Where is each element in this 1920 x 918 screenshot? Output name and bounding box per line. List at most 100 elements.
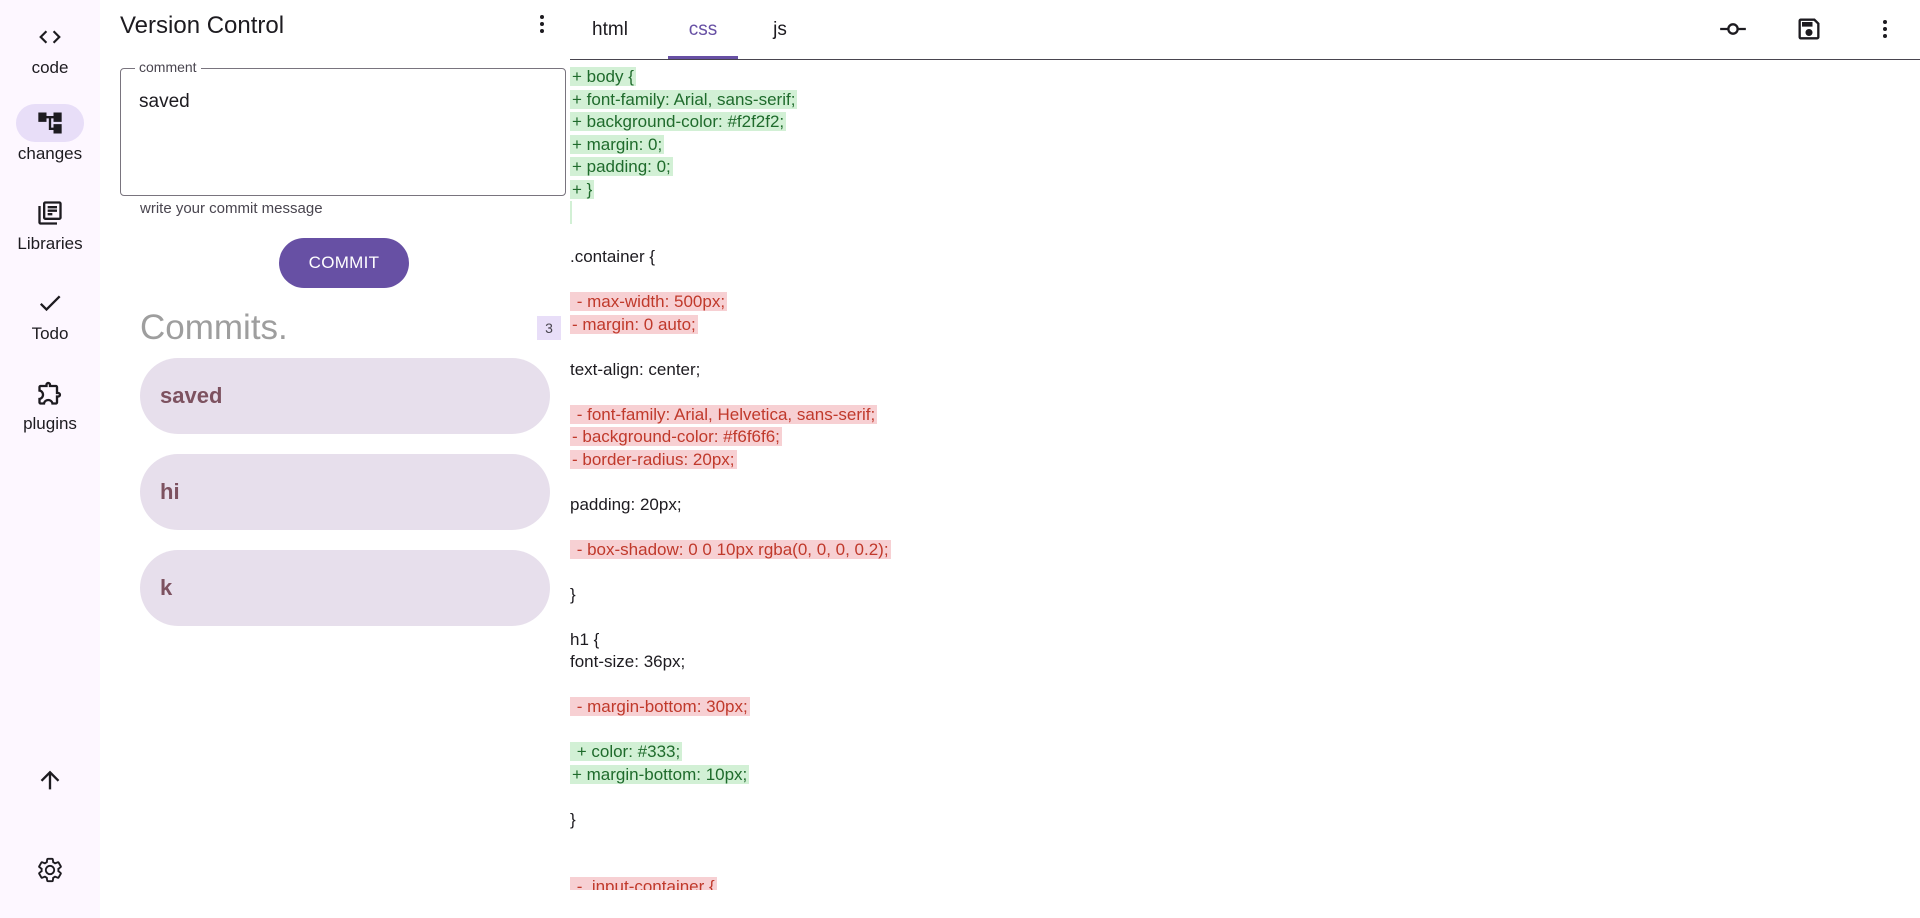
diff-removed-line: - margin-bottom: 30px; <box>570 696 1920 719</box>
commit-graph-button[interactable] <box>1716 14 1750 48</box>
arrow-upward-icon <box>36 766 64 799</box>
diff-line-text: - background-color: #f6f6f6; <box>570 427 782 446</box>
rail-label-code: code <box>31 58 69 77</box>
diff-blank-line <box>570 561 1920 584</box>
rail-item-code[interactable]: code <box>0 18 100 78</box>
diff-line-text: .container { <box>570 247 656 266</box>
more-vert-icon <box>530 12 554 41</box>
diff-removed-line: - background-color: #f6f6f6; <box>570 426 1920 449</box>
diff-line-text: + color: #333; <box>570 742 683 761</box>
diff-added-line: + font-family: Arial, sans-serif; <box>570 89 1920 112</box>
diff-blank-line <box>570 854 1920 877</box>
rail-label-libraries: Libraries <box>17 234 83 253</box>
commit-message: k <box>160 575 173 600</box>
comment-input-value[interactable]: saved <box>139 91 190 113</box>
diff-removed-line: - margin: 0 auto; <box>570 314 1920 337</box>
rail-item-todo[interactable]: Todo <box>0 284 100 344</box>
diff-context-line: font-size: 36px; <box>570 651 1920 674</box>
diff-line-text: - box-shadow: 0 0 10px rgba(0, 0, 0, 0.2… <box>570 539 891 559</box>
diff-line-text: - border-radius: 20px; <box>570 449 737 469</box>
diff-blank-line <box>570 224 1920 247</box>
diff-blank-line <box>570 719 1920 742</box>
diff-line-text: + font-family: Arial, sans-serif; <box>570 89 798 109</box>
comment-field[interactable]: comment saved <box>120 59 566 196</box>
commit-card[interactable]: k <box>140 550 550 626</box>
diff-line-text: + } <box>570 179 595 199</box>
commit-icon <box>1719 15 1747 48</box>
diff-line-text: h1 { <box>570 629 600 649</box>
tab-css[interactable]: css <box>668 0 738 60</box>
diff-line-text: } <box>570 584 576 604</box>
diff-line-text: + margin: 0; <box>570 134 665 154</box>
diff-line-text: - max-width: 500px; <box>570 292 728 311</box>
diff-removed-line: - border-radius: 20px; <box>570 449 1920 472</box>
library-books-icon <box>16 194 84 232</box>
diff-blank-line <box>570 831 1920 854</box>
tab-js[interactable]: js <box>750 0 810 60</box>
commit-message: hi <box>160 479 180 504</box>
source-tree-icon <box>16 104 84 142</box>
diff-line-text: } <box>570 809 576 829</box>
diff-blank-line <box>570 471 1920 494</box>
diff-blank-line <box>570 381 1920 404</box>
diff-context-line: } <box>570 584 1920 607</box>
diff-added-line: + color: #333; <box>570 741 1920 764</box>
diff-line-text: - font-family: Arial, Helvetica, sans-se… <box>570 404 878 424</box>
diff-line-text: font-size: 36px; <box>570 652 686 671</box>
css-diff-view[interactable]: + body {+ font-family: Arial, sans-serif… <box>570 66 1920 890</box>
diff-line-text: text-align: center; <box>570 359 701 379</box>
panel-menu-button[interactable] <box>530 14 554 38</box>
navigation-rail: code changes Libraries Todo plugins <box>0 0 100 918</box>
commits-count-badge: 3 <box>537 316 561 340</box>
rail-item-changes[interactable]: changes <box>0 104 100 164</box>
diff-added-line: + margin: 0; <box>570 134 1920 157</box>
rail-label-plugins: plugins <box>23 414 77 433</box>
diff-removed-line: - font-family: Arial, Helvetica, sans-se… <box>570 404 1920 427</box>
code-icon <box>16 18 84 56</box>
commit-message: saved <box>160 383 223 408</box>
diff-context-line: text-align: center; <box>570 359 1920 382</box>
diff-blank-line <box>570 336 1920 359</box>
save-icon <box>1795 15 1823 48</box>
commit-button[interactable]: COMMIT <box>279 238 409 288</box>
diff-line-text: + margin-bottom: 10px; <box>570 764 750 784</box>
diff-blank-line <box>570 786 1920 809</box>
diff-line-text: - margin-bottom: 30px; <box>570 697 750 716</box>
diff-context-line: } <box>570 809 1920 832</box>
diff-line-text: - .input-container { <box>570 877 717 890</box>
commit-card[interactable]: hi <box>140 454 550 530</box>
diff-added-line: + margin-bottom: 10px; <box>570 764 1920 787</box>
editor-menu-button[interactable] <box>1868 14 1902 48</box>
diff-line-text: - margin: 0 auto; <box>570 314 698 334</box>
diff-context-line: .container { <box>570 246 1920 269</box>
comment-label: comment <box>135 59 201 75</box>
tab-html[interactable]: html <box>570 0 650 60</box>
diff-line-text: + padding: 0; <box>570 157 673 176</box>
diff-blank-line <box>570 516 1920 539</box>
comment-helper-text: write your commit message <box>140 200 323 217</box>
diff-line-text: padding: 20px; <box>570 494 682 514</box>
scroll-top-button[interactable] <box>0 766 100 799</box>
diff-added-line: + body { <box>570 66 1920 89</box>
rail-item-libraries[interactable]: Libraries <box>0 194 100 254</box>
diff-removed-line: - box-shadow: 0 0 10px rgba(0, 0, 0, 0.2… <box>570 539 1920 562</box>
rail-label-todo: Todo <box>31 324 69 343</box>
diff-removed-line: - max-width: 500px; <box>570 291 1920 314</box>
commits-heading: Commits. <box>140 308 288 347</box>
diff-blank-line <box>570 606 1920 629</box>
diff-added-line: + padding: 0; <box>570 156 1920 179</box>
active-tab-indicator <box>668 56 738 59</box>
panel-title: Version Control <box>120 12 285 39</box>
diff-line-text: + background-color: #f2f2f2; <box>570 112 787 131</box>
save-button[interactable] <box>1792 14 1826 48</box>
rail-label-changes: changes <box>17 144 83 163</box>
diff-blank-line <box>570 674 1920 697</box>
diff-blank-line <box>570 269 1920 292</box>
commit-card[interactable]: saved <box>140 358 550 434</box>
file-tabs-bar: html css js <box>570 0 1920 60</box>
settings-gear-icon <box>36 856 64 889</box>
rail-item-plugins[interactable]: plugins <box>0 374 100 434</box>
settings-button[interactable] <box>0 856 100 889</box>
diff-added-gap <box>570 201 1920 224</box>
diff-removed-line: - .input-container { <box>570 876 1920 890</box>
